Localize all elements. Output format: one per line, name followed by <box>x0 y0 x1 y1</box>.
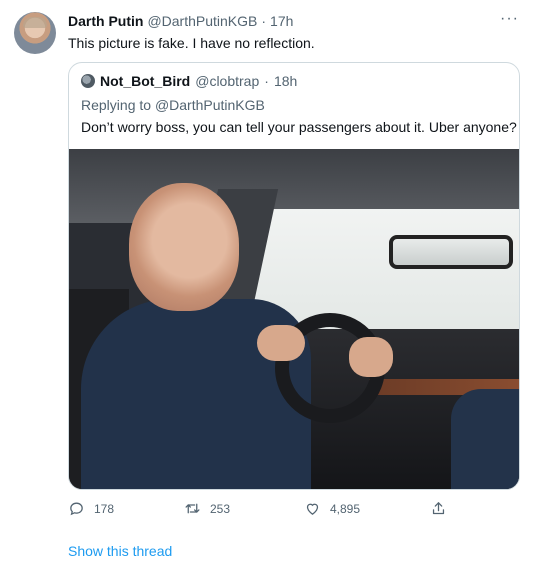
photo-driver-head <box>129 183 239 311</box>
quoted-author-avatar[interactable] <box>81 74 95 88</box>
tweet-card[interactable]: Darth Putin @DarthPutinKGB · 17h ··· Thi… <box>0 0 533 571</box>
retweet-count: 253 <box>210 501 231 516</box>
quoted-tweet-photo[interactable] <box>69 149 519 489</box>
tweet-actions: 178 253 4,895 <box>68 500 520 520</box>
author-avatar[interactable] <box>14 12 56 54</box>
share-button[interactable] <box>430 500 447 517</box>
photo-rearview-mirror <box>389 235 513 269</box>
avatar-hair-shape <box>23 17 47 28</box>
retweet-icon <box>185 503 200 514</box>
share-icon <box>432 502 445 515</box>
quoted-author-handle[interactable]: @clobtrap <box>195 73 259 89</box>
quoted-timestamp[interactable]: 18h <box>274 73 297 89</box>
tweet-header: Darth Putin @DarthPutinKGB · 17h <box>68 13 293 29</box>
author-name[interactable]: Darth Putin <box>68 13 143 29</box>
photo-passenger <box>451 389 519 489</box>
quoted-separator-dot: · <box>264 73 269 89</box>
photo-driver-right-hand <box>349 337 393 377</box>
like-button[interactable]: 4,895 <box>304 500 360 517</box>
replying-handle-link[interactable]: @DarthPutinKGB <box>155 97 265 113</box>
reply-icon <box>70 502 83 516</box>
tweet-timestamp[interactable]: 17h <box>270 13 293 29</box>
quoted-tweet[interactable]: Not_Bot_Bird @clobtrap · 18h Replying to… <box>68 62 520 490</box>
photo-driver-left-hand <box>257 325 305 361</box>
like-count: 4,895 <box>330 501 361 516</box>
quoted-tweet-header: Not_Bot_Bird @clobtrap · 18h <box>81 73 297 89</box>
heart-icon <box>306 503 319 515</box>
reply-count: 178 <box>94 501 115 516</box>
replying-prefix: Replying to <box>81 97 155 113</box>
retweet-button[interactable]: 253 <box>184 500 230 517</box>
quoted-author-name[interactable]: Not_Bot_Bird <box>100 73 190 89</box>
show-thread-link[interactable]: Show this thread <box>68 543 172 559</box>
tweet-text: This picture is fake. I have no reflecti… <box>68 35 315 51</box>
more-options-icon[interactable]: ··· <box>500 10 519 28</box>
separator-dot: · <box>261 13 267 29</box>
author-handle[interactable]: @DarthPutinKGB <box>147 13 257 29</box>
reply-button[interactable]: 178 <box>68 500 114 517</box>
replying-to: Replying to @DarthPutinKGB <box>81 97 265 113</box>
quoted-tweet-text: Don’t worry boss, you can tell your pass… <box>81 119 517 135</box>
